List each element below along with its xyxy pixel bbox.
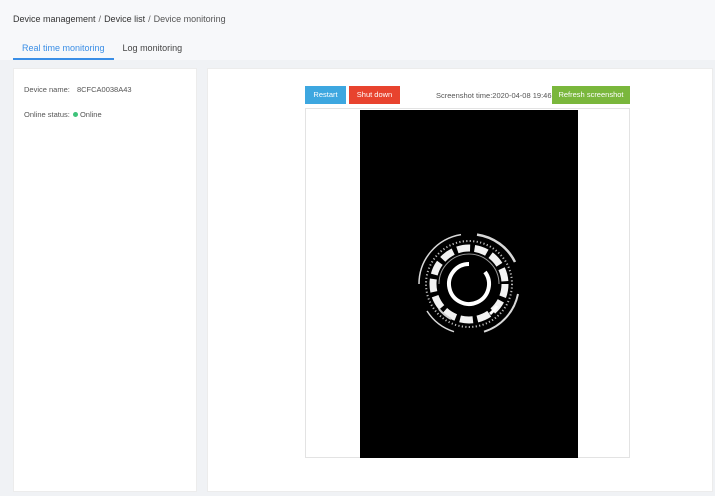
status-dot-icon (72, 112, 78, 117)
device-screenshot (360, 110, 578, 458)
page-header: Device management / Device list / Device mon… (0, 0, 715, 60)
online-status-value: Online (79, 110, 102, 119)
breadcrumb: Device management / Device list / Device mon… (13, 14, 226, 24)
device-name-row: Device name: 8CFCA0038A43 (24, 85, 132, 94)
tab-real-time-monitoring[interactable]: Real time monitoring (13, 40, 114, 60)
refresh-screenshot-button[interactable]: Refresh screenshot (552, 86, 630, 104)
shutdown-button[interactable]: Shut down (349, 86, 400, 104)
screenshot-time-value: 2020-04-08 19:46 (492, 91, 552, 100)
breadcrumb-separator: / (148, 14, 151, 24)
screen-monitor-panel: Restart Shut down Screenshot time:2020-0… (207, 68, 713, 492)
screenshot-frame (305, 108, 630, 458)
loading-spinner-icon (418, 233, 519, 333)
online-status-label: Online status: (24, 110, 70, 119)
breadcrumb-item-device-management[interactable]: Device management (13, 14, 96, 24)
breadcrumb-item-device-monitoring: Device monitoring (153, 14, 226, 24)
monitoring-tabs: Real time monitoring Log monitoring (13, 40, 191, 60)
screenshot-time-label: Screenshot time: (436, 91, 493, 100)
breadcrumb-separator: / (98, 14, 102, 24)
device-info-panel: Device name: 8CFCA0038A43 Online status:… (13, 68, 197, 492)
tab-log-monitoring[interactable]: Log monitoring (114, 40, 192, 60)
device-name-value: 8CFCA0038A43 (76, 85, 132, 94)
breadcrumb-item-device-list[interactable]: Device list (104, 14, 145, 24)
device-name-label: Device name: (24, 85, 70, 94)
screenshot-time: Screenshot time:2020-04-08 19:46 (436, 91, 552, 100)
restart-button[interactable]: Restart (305, 86, 346, 104)
online-status-row: Online status: Online (24, 110, 102, 119)
